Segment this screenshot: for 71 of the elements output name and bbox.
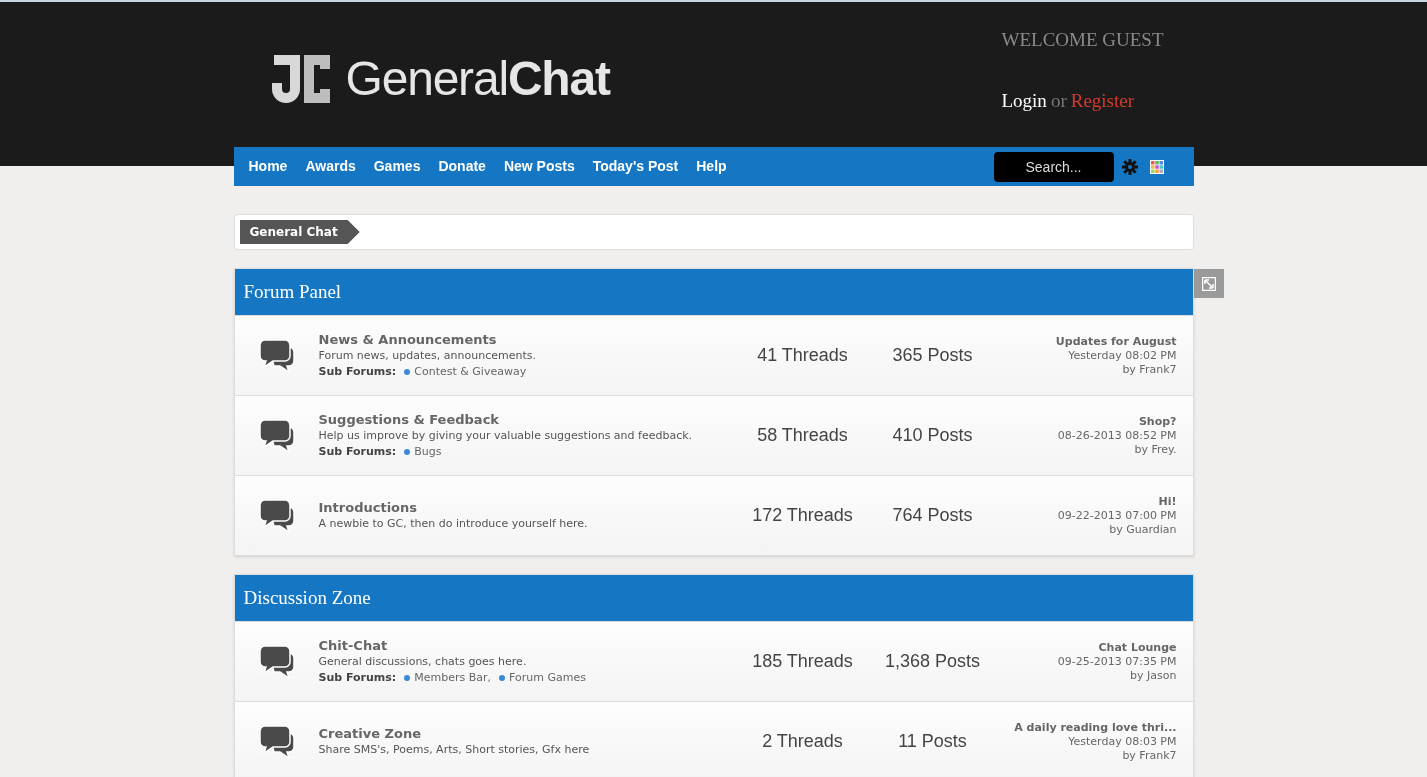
last-post-time: Yesterday 08:03 PM: [1068, 734, 1177, 749]
search-field[interactable]: Search...: [993, 151, 1114, 182]
nav-link[interactable]: Home: [239, 156, 297, 177]
breadcrumb-link[interactable]: General Chat: [239, 220, 360, 244]
forum-title-link[interactable]: Creative Zone: [318, 725, 421, 742]
bullet-icon: [404, 674, 411, 681]
forum-description: Share SMS's, Poems, Arts, Short stories, Gfx here: [318, 741, 590, 758]
forum-description: Forum news, updates, announcements.: [318, 347, 536, 364]
last-post-author[interactable]: by Frank7: [1122, 748, 1177, 763]
forum-title-link[interactable]: Chit-Chat: [318, 637, 388, 654]
forum-title-link[interactable]: Suggestions & Feedback: [318, 411, 499, 428]
thread-count: 2 Threads: [761, 730, 844, 753]
subforum-link[interactable]: Members Bar,: [414, 669, 492, 686]
nav-link[interactable]: Donate: [429, 156, 495, 177]
color-grid-icon[interactable]: [1149, 159, 1164, 174]
bullet-icon: [404, 448, 411, 455]
last-post-link[interactable]: A daily reading love thri...: [1014, 720, 1177, 735]
thread-count: 172 Threads: [751, 504, 854, 527]
register-link[interactable]: Register: [1070, 86, 1135, 115]
post-count: 1,368 Posts: [883, 650, 982, 673]
last-post-time: 09-22-2013 07:00 PM: [1057, 508, 1177, 523]
login-link[interactable]: Login: [1001, 86, 1047, 115]
welcome-text: WELCOME GUEST: [1001, 28, 1164, 52]
last-post-link[interactable]: Chat Lounge: [1098, 640, 1177, 655]
forum-description: Help us improve by giving your valuable suggestions and feedback.: [318, 427, 693, 444]
last-post-time: Yesterday 08:02 PM: [1068, 348, 1177, 363]
settings-icon[interactable]: [1121, 158, 1138, 175]
forum-title-link[interactable]: News & Announcements: [318, 331, 497, 348]
post-count: 365 Posts: [891, 344, 974, 367]
thread-count: 41 Threads: [756, 344, 849, 367]
subforums-label: Sub Forums:: [318, 669, 397, 686]
subforums-label: Sub Forums:: [318, 443, 397, 460]
forum-description: General discussions, chats goes here.: [318, 653, 527, 670]
speech-bubbles-icon: [258, 418, 295, 453]
section-title: Discussion Zone: [243, 585, 371, 610]
post-count: 410 Posts: [891, 424, 974, 447]
site-logo-text: GeneralChat: [345, 50, 610, 107]
nav-link[interactable]: Awards: [296, 156, 365, 177]
last-post-time: 08-26-2013 08:52 PM: [1057, 428, 1177, 443]
last-post-author[interactable]: by Frank7: [1122, 362, 1177, 377]
subforum-link[interactable]: Forum Games: [509, 669, 586, 686]
last-post-link[interactable]: Shop?: [1138, 414, 1177, 429]
last-post-author[interactable]: by Jason: [1130, 668, 1177, 683]
speech-bubbles-icon: [258, 498, 295, 533]
speech-bubbles-icon: [258, 338, 295, 373]
last-post-link[interactable]: Updates for August: [1055, 334, 1177, 349]
speech-bubbles-icon: [258, 724, 295, 759]
last-post-author[interactable]: by Guardian: [1109, 522, 1177, 537]
expand-arrows-icon: [1201, 276, 1216, 291]
or-text: or: [1050, 88, 1067, 113]
forum-description: A newbie to GC, then do introduce yourself here.: [318, 515, 588, 532]
bullet-icon: [499, 674, 506, 681]
nav-link[interactable]: New Posts: [494, 156, 584, 177]
nav-link[interactable]: Games: [364, 156, 430, 177]
subforum-link[interactable]: Contest & Giveaway: [414, 363, 527, 380]
collapse-button[interactable]: [1193, 269, 1224, 298]
subforums-label: Sub Forums:: [318, 363, 397, 380]
nav-link[interactable]: Today's Post: [583, 156, 688, 177]
subforum-link[interactable]: Bugs: [414, 443, 442, 460]
section-title: Forum Panel: [243, 279, 342, 304]
post-count: 764 Posts: [891, 504, 974, 527]
last-post-author[interactable]: by Frey.: [1134, 442, 1177, 457]
bullet-icon: [404, 368, 411, 375]
post-count: 11 Posts: [897, 730, 968, 753]
nav-link[interactable]: Help: [687, 156, 736, 177]
last-post-time: 09-25-2013 07:35 PM: [1057, 654, 1177, 669]
thread-count: 185 Threads: [751, 650, 854, 673]
thread-count: 58 Threads: [756, 424, 849, 447]
forum-title-link[interactable]: Introductions: [318, 499, 417, 516]
last-post-link[interactable]: Hi!: [1158, 494, 1177, 509]
speech-bubbles-icon: [258, 644, 295, 679]
